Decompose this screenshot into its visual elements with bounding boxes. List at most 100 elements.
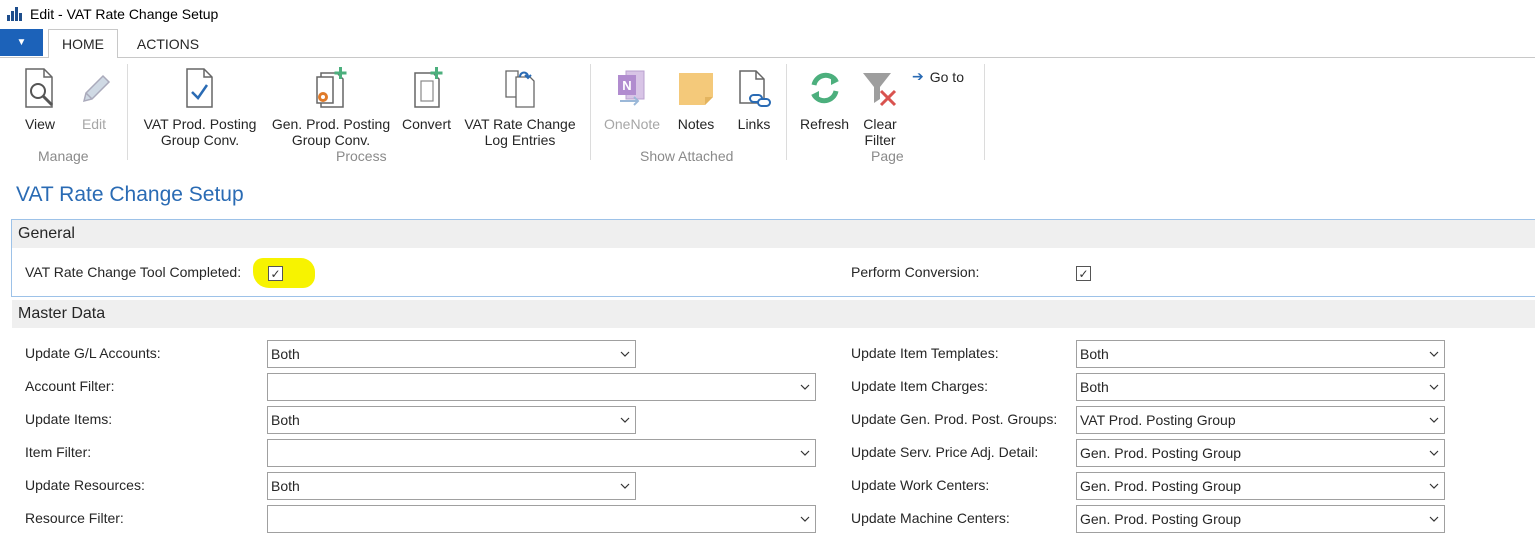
refresh-button[interactable]: Refresh	[800, 66, 849, 132]
perform-conversion-checkbox[interactable]: ✓	[1076, 266, 1091, 281]
ribbon-tabs: ▼ HOME ACTIONS	[0, 29, 1535, 59]
chevron-down-icon	[795, 384, 815, 390]
master-data-section-header[interactable]: Master Data	[12, 300, 1535, 328]
update-gen-prod-post-groups-select[interactable]: VAT Prod. Posting Group	[1076, 406, 1445, 434]
account-filter-label: Account Filter:	[25, 378, 115, 394]
update-gen-prod-post-groups-label: Update Gen. Prod. Post. Groups:	[851, 411, 1058, 427]
item-filter-label: Item Filter:	[25, 444, 92, 460]
convert-button[interactable]: Convert	[402, 66, 451, 132]
update-resources-label: Update Resources:	[25, 477, 145, 493]
chevron-down-icon	[615, 417, 635, 423]
item-filter-select[interactable]	[267, 439, 816, 467]
gen-prod-label-line2: Group Conv.	[291, 132, 371, 148]
links-button[interactable]: Links	[734, 66, 774, 132]
goto-label: Go to	[929, 68, 964, 85]
update-resources-select[interactable]: Both	[267, 472, 636, 500]
document-check-icon	[180, 66, 220, 110]
view-button[interactable]: View	[20, 66, 60, 132]
refresh-label: Refresh	[800, 116, 850, 132]
ribbon-separator	[786, 64, 787, 160]
svg-text:N: N	[622, 78, 631, 93]
gen-prod-posting-group-conv-button[interactable]: Gen. Prod. Posting Group Conv.	[268, 66, 394, 148]
chevron-down-icon	[615, 351, 635, 357]
account-filter-select[interactable]	[267, 373, 816, 401]
chevron-down-icon	[795, 450, 815, 456]
refresh-icon	[805, 66, 845, 110]
vat-prod-posting-group-conv-button[interactable]: VAT Prod. Posting Group Conv.	[140, 66, 260, 148]
update-work-centers-label: Update Work Centers:	[851, 477, 990, 493]
notes-label: Notes	[677, 116, 715, 132]
update-item-charges-select[interactable]: Both	[1076, 373, 1445, 401]
document-gear-icon	[311, 66, 351, 110]
tab-home[interactable]: HOME	[48, 29, 118, 59]
update-item-charges-label: Update Item Charges:	[851, 378, 988, 394]
edit-button[interactable]: Edit	[74, 66, 114, 132]
process-group-label: Process	[336, 148, 387, 164]
select-value: Gen. Prod. Posting Group	[1080, 511, 1242, 527]
chevron-down-icon	[1424, 450, 1444, 456]
ribbon-separator	[127, 64, 128, 160]
manage-group-label: Manage	[38, 148, 89, 164]
window-title: Edit - VAT Rate Change Setup	[30, 5, 219, 22]
notes-button[interactable]: Notes	[676, 66, 716, 132]
note-icon	[676, 66, 716, 110]
chevron-down-icon	[1424, 351, 1444, 357]
update-machine-centers-label: Update Machine Centers:	[851, 510, 1010, 526]
perform-conversion-label: Perform Conversion:	[851, 264, 980, 280]
chevron-down-icon	[1424, 516, 1444, 522]
chevron-down-icon	[615, 483, 635, 489]
select-value: Both	[1080, 346, 1109, 362]
chevron-down-icon	[1424, 417, 1444, 423]
app-icon	[6, 6, 22, 22]
select-value: Gen. Prod. Posting Group	[1080, 445, 1242, 461]
clear-filter-label-line1: Clear	[863, 116, 897, 132]
link-icon	[734, 66, 774, 110]
view-icon	[20, 66, 60, 110]
update-gl-accounts-label: Update G/L Accounts:	[25, 345, 161, 361]
convert-label: Convert	[402, 116, 452, 132]
view-label: View	[24, 116, 56, 132]
check-mark-icon: ✓	[1078, 266, 1089, 281]
resource-filter-select[interactable]	[267, 505, 816, 533]
clear-filter-button[interactable]: Clear Filter	[860, 66, 900, 148]
title-bar: Edit - VAT Rate Change Setup	[0, 0, 1535, 27]
arrow-right-icon: ➔	[912, 68, 924, 84]
vat-prod-label-line1: VAT Prod. Posting	[143, 116, 257, 132]
update-serv-price-adj-detail-select[interactable]: Gen. Prod. Posting Group	[1076, 439, 1445, 467]
update-item-templates-label: Update Item Templates:	[851, 345, 999, 361]
ribbon-separator	[590, 64, 591, 160]
select-value: Gen. Prod. Posting Group	[1080, 478, 1242, 494]
vat-rate-change-log-entries-button[interactable]: VAT Rate Change Log Entries	[462, 66, 578, 148]
check-mark-icon: ✓	[270, 266, 281, 281]
chevron-down-icon	[795, 516, 815, 522]
convert-icon	[407, 66, 447, 110]
resource-filter-label: Resource Filter:	[25, 510, 124, 526]
page-group-label: Page	[871, 148, 904, 164]
clear-filter-label-line2: Filter	[864, 132, 896, 148]
vat-prod-label-line2: Group Conv.	[160, 132, 240, 148]
update-machine-centers-select[interactable]: Gen. Prod. Posting Group	[1076, 505, 1445, 533]
application-menu-button[interactable]: ▼	[0, 29, 43, 56]
vat-log-label-line1: VAT Rate Change	[464, 116, 576, 132]
links-label: Links	[737, 116, 771, 132]
highlight-marker	[253, 258, 315, 288]
select-value: Both	[271, 346, 300, 362]
page-title: VAT Rate Change Setup	[16, 183, 244, 206]
tool-completed-checkbox[interactable]: ✓	[268, 266, 283, 281]
select-value: Both	[271, 412, 300, 428]
tab-actions[interactable]: ACTIONS	[123, 29, 213, 59]
ribbon: View Edit Manage VAT Prod. Posting Group…	[0, 58, 1535, 168]
onenote-button[interactable]: N OneNote	[604, 66, 660, 132]
clear-filter-icon	[860, 66, 900, 110]
update-gl-accounts-select[interactable]: Both	[267, 340, 636, 368]
select-value: Both	[1080, 379, 1109, 395]
chevron-down-icon	[1424, 483, 1444, 489]
edit-label: Edit	[81, 116, 107, 132]
update-work-centers-select[interactable]: Gen. Prod. Posting Group	[1076, 472, 1445, 500]
update-serv-price-adj-detail-label: Update Serv. Price Adj. Detail:	[851, 444, 1039, 460]
general-section-header[interactable]: General	[12, 220, 1535, 248]
show-attached-group-label: Show Attached	[640, 148, 734, 164]
update-item-templates-select[interactable]: Both	[1076, 340, 1445, 368]
goto-button[interactable]: ➔ Go to	[912, 68, 964, 85]
update-items-select[interactable]: Both	[267, 406, 636, 434]
